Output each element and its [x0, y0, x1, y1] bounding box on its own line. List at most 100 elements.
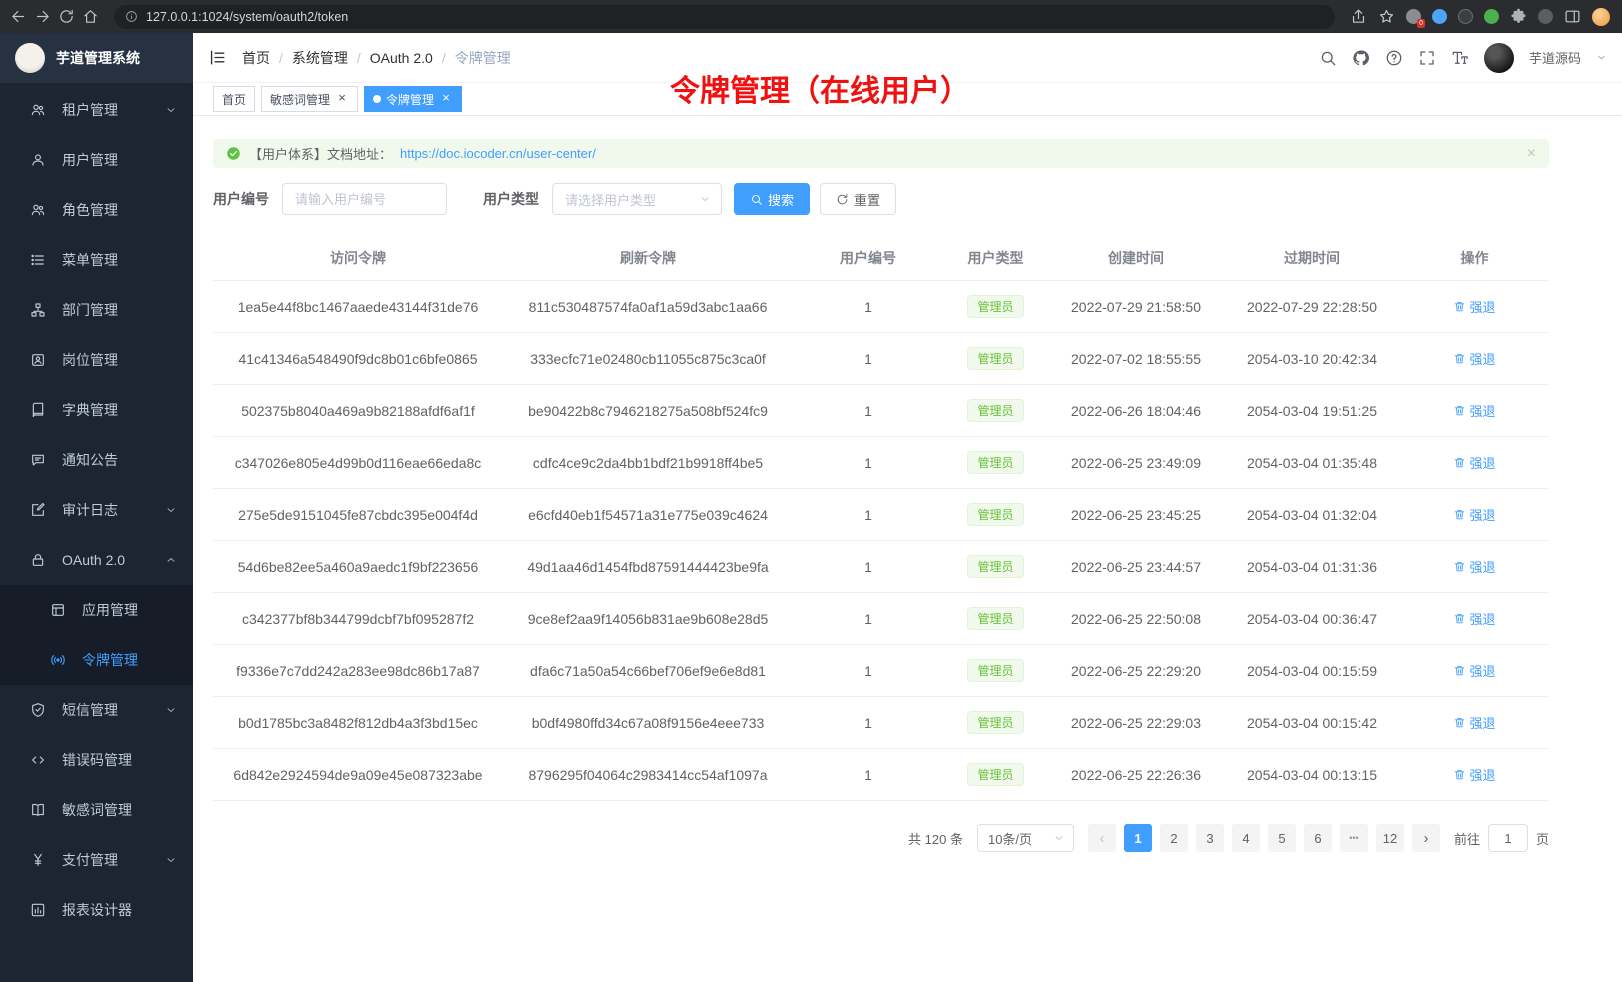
pagination-page-3[interactable]: 3	[1196, 824, 1224, 852]
breadcrumb-item[interactable]: OAuth 2.0	[370, 50, 433, 66]
breadcrumb-item: 令牌管理	[455, 48, 511, 68]
split-view-icon[interactable]	[1564, 8, 1581, 25]
sidebar-item-pay[interactable]: 支付管理	[0, 835, 193, 885]
sidebar-item-sms[interactable]: 短信管理	[0, 685, 193, 735]
force-logout-button[interactable]: 强退	[1453, 661, 1495, 680]
force-logout-button[interactable]: 强退	[1453, 401, 1495, 420]
alert-close-icon[interactable]: ×	[1527, 146, 1536, 162]
sidebar-item-dept[interactable]: 部门管理	[0, 285, 193, 335]
sidebar-item-user[interactable]: 用户管理	[0, 135, 193, 185]
extensions-puzzle-icon[interactable]	[1510, 8, 1527, 25]
sidebar-item-oauth2-application[interactable]: 应用管理	[0, 585, 193, 635]
browser-back-icon[interactable]	[10, 8, 27, 25]
browser-reload-icon[interactable]	[58, 8, 75, 25]
user-icon	[30, 152, 46, 168]
tab-close-icon[interactable]: ×	[335, 92, 349, 106]
pagination-page-6[interactable]: 6	[1304, 824, 1332, 852]
chevron-down-icon[interactable]	[1596, 52, 1607, 63]
pagination-total: 共 120 条	[908, 829, 963, 848]
sidebar-item-menu[interactable]: 菜单管理	[0, 235, 193, 285]
breadcrumb-item[interactable]: 首页	[242, 48, 270, 68]
github-icon[interactable]	[1352, 49, 1370, 67]
goto-page-input[interactable]	[1488, 824, 1528, 852]
question-icon[interactable]	[1385, 49, 1403, 67]
user-type-badge: 管理员	[967, 503, 1023, 526]
force-logout-button[interactable]: 强退	[1453, 557, 1495, 576]
tab-token[interactable]: 令牌管理×	[364, 86, 462, 112]
font-size-icon[interactable]	[1451, 49, 1469, 67]
pagination-next-button[interactable]: ›	[1412, 824, 1440, 852]
share-icon[interactable]	[1350, 8, 1367, 25]
sidebar-item-post[interactable]: 岗位管理	[0, 335, 193, 385]
tab-close-icon[interactable]: ×	[439, 92, 453, 106]
force-logout-button[interactable]: 强退	[1453, 713, 1495, 732]
extension-icon-green[interactable]	[1484, 9, 1499, 24]
app-logo[interactable]: 芋道管理系统	[0, 33, 193, 83]
alert-doc-link[interactable]: https://doc.iocoder.cn/user-center/	[400, 146, 596, 161]
pagination-page-2[interactable]: 2	[1160, 824, 1188, 852]
pagination-page-5[interactable]: 5	[1268, 824, 1296, 852]
browser-home-icon[interactable]	[82, 8, 99, 25]
extension-icon-blue[interactable]	[1432, 9, 1447, 24]
chevron-down-icon	[699, 193, 711, 205]
cell-refresh: dfa6c71a50a54c66bef706ef9e6e8d81	[503, 645, 793, 697]
force-logout-button[interactable]: 强退	[1453, 297, 1495, 316]
sidebar-item-audit-log[interactable]: 审计日志	[0, 485, 193, 535]
users-icon	[30, 102, 46, 118]
sidebar-item-error-code[interactable]: 错误码管理	[0, 735, 193, 785]
browser-forward-icon[interactable]	[34, 8, 51, 25]
pagination-page-4[interactable]: 4	[1232, 824, 1260, 852]
sidebar-item-oauth2-token[interactable]: 令牌管理	[0, 635, 193, 685]
extension-icon-badge[interactable]	[1406, 9, 1421, 24]
sidebar-item-tenant[interactable]: 租户管理	[0, 85, 193, 135]
cell-user_id: 1	[793, 281, 943, 333]
user-type-select[interactable]: 请选择用户类型	[552, 183, 722, 215]
fullscreen-icon[interactable]	[1418, 49, 1436, 67]
sidebar-item-label: 错误码管理	[62, 750, 177, 770]
extension-icon-dark[interactable]	[1458, 9, 1473, 24]
sidebar-item-oauth2[interactable]: OAuth 2.0	[0, 535, 193, 585]
force-logout-button[interactable]: 强退	[1453, 505, 1495, 524]
page-size-select[interactable]: 10条/页	[977, 824, 1074, 852]
hamburger-icon[interactable]	[208, 48, 227, 67]
search-button[interactable]: 搜索	[734, 183, 810, 215]
browser-profile-avatar[interactable]	[1592, 8, 1610, 26]
bookmark-star-icon[interactable]	[1378, 8, 1395, 25]
sidebar-item-role[interactable]: 角色管理	[0, 185, 193, 235]
user-avatar[interactable]	[1484, 43, 1514, 73]
sidebar-item-notice[interactable]: 通知公告	[0, 435, 193, 485]
tab-home[interactable]: 首页	[213, 86, 255, 112]
pagination-page-12[interactable]: 12	[1376, 824, 1404, 852]
pagination-ellipsis[interactable]: •••	[1340, 824, 1368, 852]
force-logout-button[interactable]: 强退	[1453, 349, 1495, 368]
force-logout-button[interactable]: 强退	[1453, 765, 1495, 784]
user-id-input[interactable]	[282, 183, 447, 215]
cell-expires: 2022-07-29 22:28:50	[1224, 281, 1400, 333]
sidebar-item-dict[interactable]: 字典管理	[0, 385, 193, 435]
force-logout-button[interactable]: 强退	[1453, 453, 1495, 472]
extension-icon-gray[interactable]	[1538, 9, 1553, 24]
url-bar[interactable]: 127.0.0.1:1024/system/oauth2/token	[114, 5, 1335, 29]
tab-sensitive-word[interactable]: 敏感词管理×	[261, 86, 358, 112]
trash-icon	[1453, 404, 1466, 417]
trash-icon	[1453, 716, 1466, 729]
user-name[interactable]: 芋道源码	[1529, 48, 1581, 67]
sidebar-item-sensitive-word[interactable]: 敏感词管理	[0, 785, 193, 835]
pagination-page-1[interactable]: 1	[1124, 824, 1152, 852]
sidebar-item-label: 用户管理	[62, 150, 177, 170]
breadcrumb-item[interactable]: 系统管理	[292, 48, 348, 68]
sidebar-item-report-designer[interactable]: 报表设计器	[0, 885, 193, 935]
token-table-wrap: 访问令牌刷新令牌用户编号用户类型创建时间过期时间操作 1ea5e44f8bc14…	[213, 236, 1549, 801]
search-icon[interactable]	[1319, 49, 1337, 67]
pagination-prev-button[interactable]: ‹	[1088, 824, 1116, 852]
table-row: 6d842e2924594de9a09e45e087323abe8796295f…	[213, 749, 1549, 801]
table-row: 502375b8040a469a9b82188afdf6af1fbe90422b…	[213, 385, 1549, 437]
page-info-icon[interactable]	[125, 10, 138, 23]
user-type-badge: 管理员	[967, 399, 1023, 422]
trash-icon	[1453, 768, 1466, 781]
force-logout-label: 强退	[1469, 401, 1495, 420]
user-type-label: 用户类型	[483, 189, 539, 209]
force-logout-button[interactable]: 强退	[1453, 609, 1495, 628]
table-row: 275e5de9151045fe87cbdc395e004f4de6cfd40e…	[213, 489, 1549, 541]
reset-button[interactable]: 重置	[820, 183, 896, 215]
